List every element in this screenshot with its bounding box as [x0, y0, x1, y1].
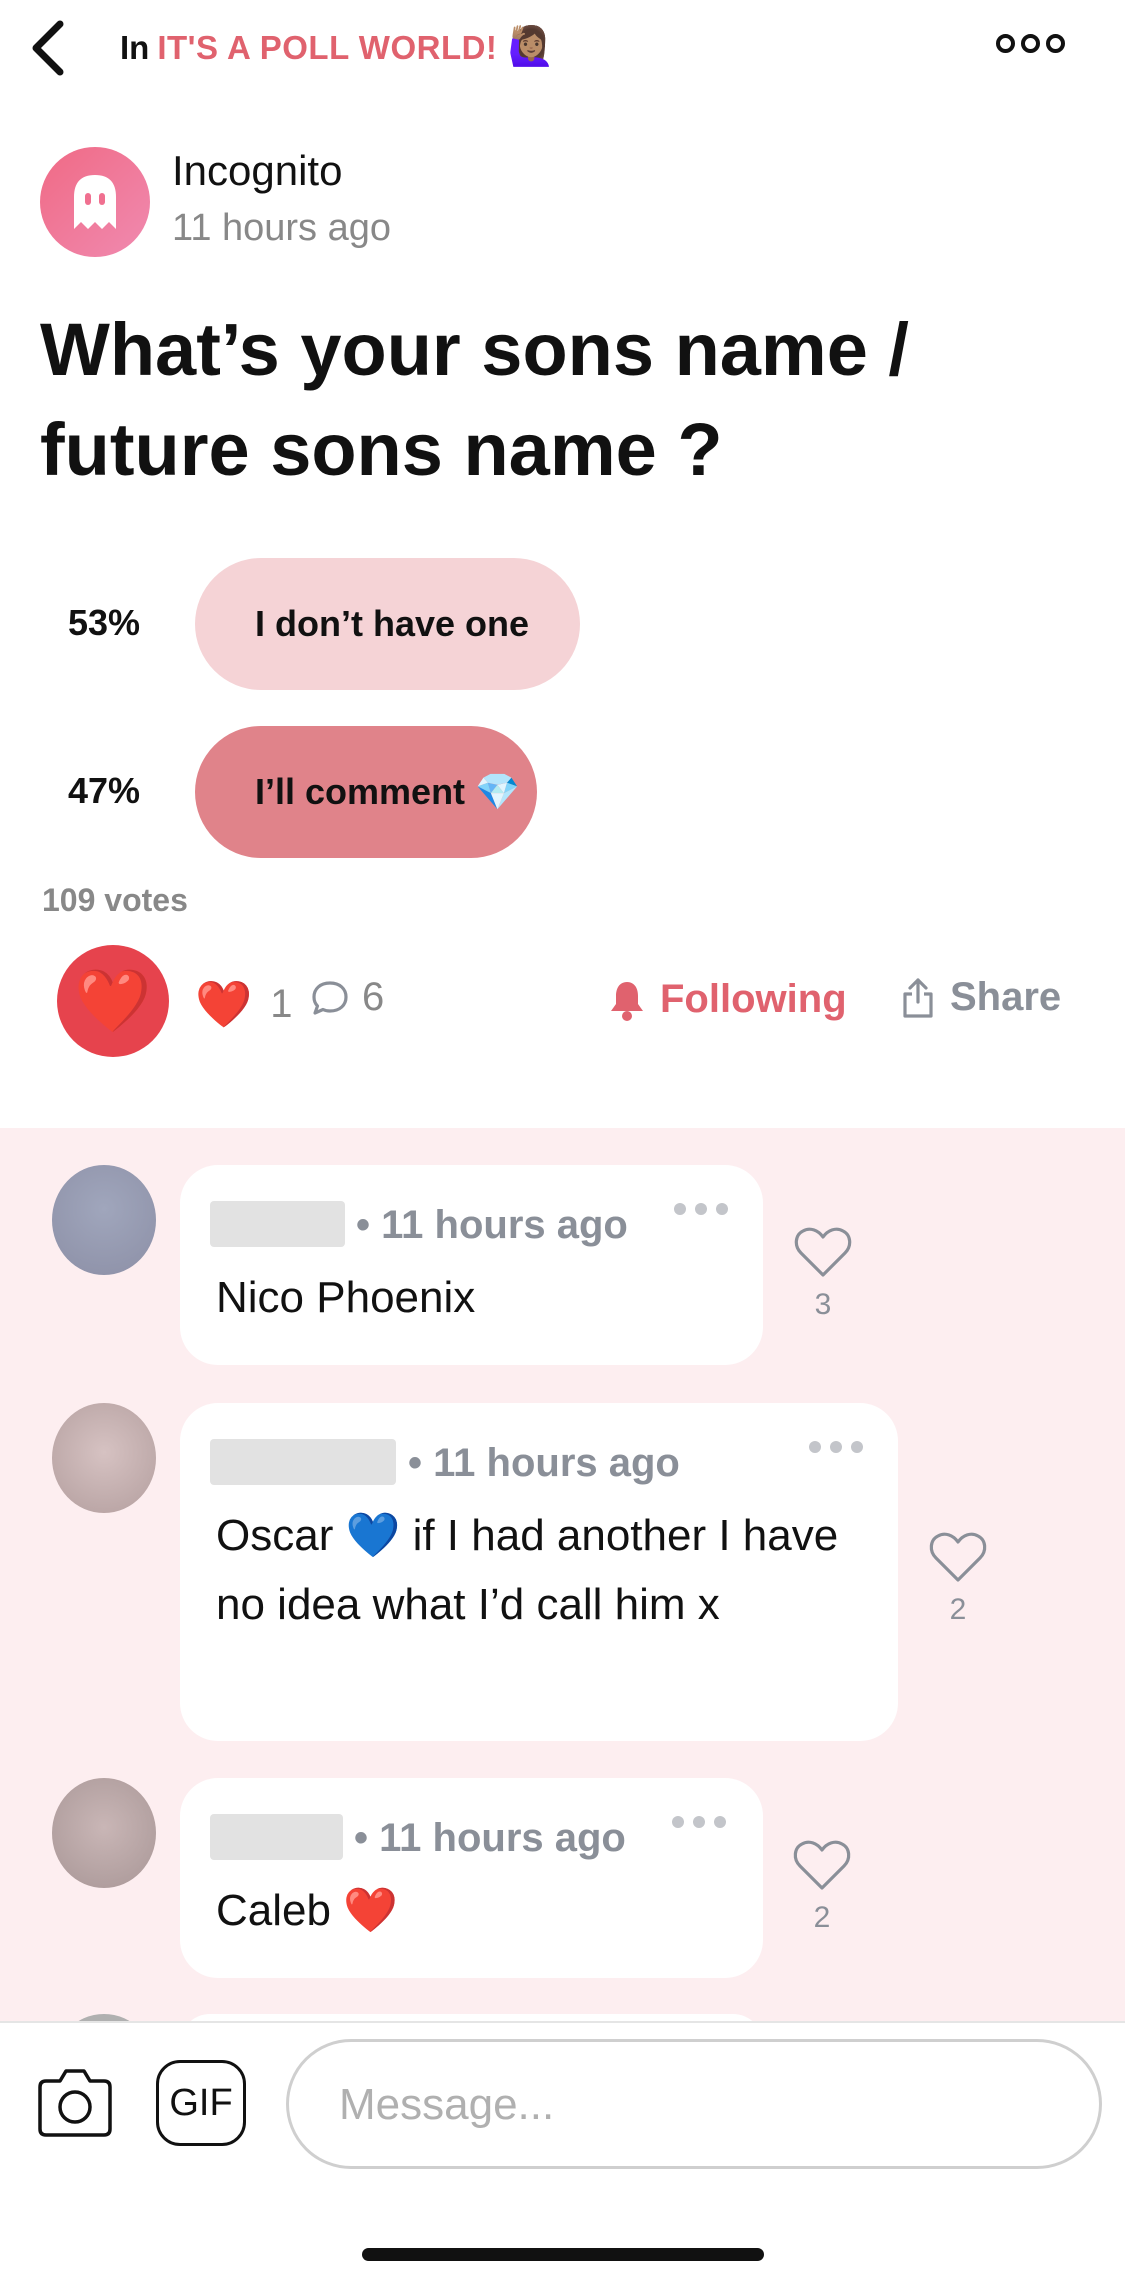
- comment-like-count: 2: [949, 1593, 967, 1626]
- comment-text: Oscar 💙 if I had another I have no idea …: [216, 1511, 839, 1629]
- poll-option-percent: 53%: [68, 602, 141, 643]
- comment-more-icon[interactable]: [809, 1441, 863, 1453]
- following-label: Following: [660, 977, 847, 1021]
- comment-like-count: 2: [813, 1901, 831, 1934]
- poll-option-bar[interactable]: I don’t have one: [195, 558, 580, 690]
- react-heart-button[interactable]: ❤️: [57, 945, 169, 1057]
- share-icon: [903, 977, 933, 1018]
- heart-outline-icon: [794, 1227, 852, 1277]
- following-button[interactable]: Following: [608, 977, 847, 1022]
- post-actions: ❤️ ❤️ 1 6 Following Share: [0, 945, 1125, 1057]
- message-field-container[interactable]: [286, 2039, 1102, 2169]
- bell-icon: [611, 981, 643, 1021]
- message-input[interactable]: [337, 2074, 1041, 2136]
- redacted-username: [210, 1814, 343, 1860]
- heart-outline-icon: [929, 1532, 987, 1582]
- community-emoji: 🙋🏽‍♀️: [507, 26, 555, 68]
- heart-reaction-icon: ❤️: [195, 978, 253, 1030]
- home-indicator[interactable]: [362, 2248, 764, 2261]
- comment-like[interactable]: 2: [928, 1530, 988, 1627]
- comment-card: • 11 hours ago Caleb ❤️: [180, 1778, 763, 1978]
- comment-card: • 11 hours ago Oscar 💙 if I had another …: [180, 1403, 898, 1741]
- gif-button[interactable]: GIF: [156, 2060, 246, 2146]
- redacted-username: [210, 1439, 396, 1485]
- poll-option-bar[interactable]: I’ll comment 💎: [195, 726, 537, 858]
- post-title: What’s your sons name / future sons name…: [40, 308, 909, 491]
- comments-summary[interactable]: 6: [310, 975, 384, 1020]
- poll-option[interactable]: 47% I’ll comment 💎: [40, 726, 1040, 858]
- reaction-count: 1: [270, 982, 293, 1026]
- poll-option-label: I’ll comment 💎: [255, 771, 520, 812]
- redacted-username: [210, 1201, 345, 1247]
- comment-text: Caleb ❤️: [216, 1886, 398, 1935]
- comment-card: • 11 hours ago Nico Phoenix: [180, 1165, 763, 1365]
- reaction-summary[interactable]: ❤️ 1: [195, 977, 293, 1032]
- comment-bubble-icon: [312, 980, 348, 1015]
- comment-like[interactable]: 2: [792, 1838, 852, 1935]
- commenter-avatar[interactable]: [52, 2014, 156, 2021]
- community-name[interactable]: IT'S A POLL WORLD!: [157, 29, 497, 66]
- poll-option-percent: 47%: [68, 770, 141, 811]
- top-bar: In IT'S A POLL WORLD! 🙋🏽‍♀️: [0, 0, 1125, 95]
- community-link[interactable]: In IT'S A POLL WORLD! 🙋🏽‍♀️: [120, 25, 555, 69]
- camera-icon[interactable]: [34, 2065, 116, 2141]
- back-icon[interactable]: [22, 12, 82, 82]
- comment-more-icon[interactable]: [672, 1816, 726, 1828]
- comment-like[interactable]: 3: [793, 1225, 853, 1322]
- comment-count: 6: [362, 975, 385, 1019]
- heart-outline-icon: [793, 1840, 851, 1890]
- commenter-avatar[interactable]: [52, 1403, 156, 1513]
- share-label: Share: [950, 975, 1062, 1019]
- vote-count: 109 votes: [42, 882, 188, 918]
- comment-time: • 11 hours ago: [354, 1816, 626, 1860]
- ghost-avatar-icon[interactable]: [40, 147, 150, 257]
- poll-option[interactable]: 53% I don’t have one: [40, 558, 1040, 690]
- commenter-avatar[interactable]: [52, 1778, 156, 1888]
- share-button[interactable]: Share: [900, 975, 1061, 1020]
- comments-list: • 11 hours ago Nico Phoenix 3 • 11 hours…: [0, 1128, 1125, 2021]
- poll-option-label: I don’t have one: [255, 603, 530, 644]
- comment-like-count: 3: [814, 1288, 832, 1321]
- comment-card: [180, 2014, 763, 2021]
- comment-time: • 11 hours ago: [408, 1441, 680, 1485]
- comment-time: • 11 hours ago: [356, 1203, 628, 1247]
- post-time: 11 hours ago: [172, 207, 392, 249]
- author-name[interactable]: Incognito: [172, 147, 342, 195]
- message-composer: GIF: [0, 2021, 1125, 2286]
- community-prefix: In: [120, 29, 150, 66]
- commenter-avatar[interactable]: [52, 1165, 156, 1275]
- comment-text: Nico Phoenix: [216, 1273, 476, 1322]
- more-options-icon[interactable]: [996, 28, 1081, 58]
- comment-more-icon[interactable]: [674, 1203, 728, 1215]
